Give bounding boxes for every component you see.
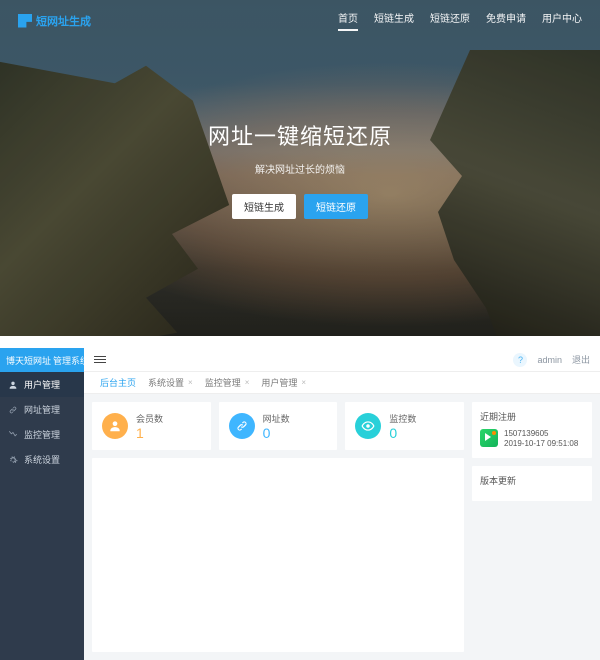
nav-apply[interactable]: 免费申请 bbox=[486, 10, 526, 31]
stat-value: 0 bbox=[263, 426, 290, 440]
admin-main: ? admin 退出 后台主页 系统设置 × 监控管理 × 用户管理 × bbox=[84, 348, 600, 660]
panel-title: 版本更新 bbox=[480, 474, 584, 487]
gear-icon bbox=[8, 455, 18, 465]
sidebar-item-urls[interactable]: 网址管理 bbox=[0, 397, 84, 422]
site-logo[interactable]: 短网址生成 bbox=[18, 13, 91, 29]
tab-users[interactable]: 用户管理 × bbox=[255, 372, 312, 393]
close-icon[interactable]: × bbox=[188, 378, 193, 387]
tab-bar: 后台主页 系统设置 × 监控管理 × 用户管理 × bbox=[84, 372, 600, 394]
recent-time: 2019-10-17 09:51:08 bbox=[504, 439, 578, 449]
sidebar-brand[interactable]: 博天短网址 管理系统 bbox=[0, 348, 84, 372]
brand-main: 博天短网址 bbox=[6, 354, 51, 367]
sidebar-item-monitor[interactable]: 监控管理 bbox=[0, 422, 84, 447]
help-icon[interactable]: ? bbox=[513, 353, 527, 367]
admin-panel: 博天短网址 管理系统 用户管理 网址管理 监控管理 系统设置 ? admin 退… bbox=[0, 348, 600, 660]
brand-sub: 管理系统 bbox=[53, 354, 89, 367]
right-column: 近期注册 1507139605 2019-10-17 09:51:08 版本更新 bbox=[472, 402, 592, 652]
menu-toggle-icon[interactable] bbox=[94, 356, 106, 363]
top-bar: 短网址生成 首页 短链生成 短链还原 免费申请 用户中心 bbox=[0, 0, 600, 37]
sidebar-item-label: 用户管理 bbox=[24, 378, 60, 391]
recent-id: 1507139605 bbox=[504, 429, 578, 439]
tab-dashboard[interactable]: 后台主页 bbox=[94, 372, 142, 393]
sidebar-item-label: 网址管理 bbox=[24, 403, 60, 416]
tab-label: 用户管理 bbox=[261, 376, 297, 389]
user-icon bbox=[8, 380, 18, 390]
monitor-icon bbox=[8, 430, 18, 440]
restore-button[interactable]: 短链还原 bbox=[304, 194, 368, 219]
hero-section: 短网址生成 首页 短链生成 短链还原 免费申请 用户中心 网址一键缩短还原 解决… bbox=[0, 0, 600, 336]
logout-link[interactable]: 退出 bbox=[572, 353, 590, 366]
version-update-panel: 版本更新 bbox=[472, 466, 592, 501]
hero-subtitle: 解决网址过长的烦恼 bbox=[0, 161, 600, 176]
panel-title: 近期注册 bbox=[480, 410, 584, 423]
nav-restore[interactable]: 短链还原 bbox=[430, 10, 470, 31]
nav-home[interactable]: 首页 bbox=[338, 10, 358, 31]
close-icon[interactable]: × bbox=[245, 378, 250, 387]
sidebar-item-settings[interactable]: 系统设置 bbox=[0, 447, 84, 472]
stat-label: 会员数 bbox=[136, 412, 163, 425]
stat-label: 网址数 bbox=[263, 412, 290, 425]
section-gap bbox=[0, 336, 600, 348]
top-nav: 首页 短链生成 短链还原 免费申请 用户中心 bbox=[338, 10, 582, 31]
app-icon bbox=[480, 429, 498, 447]
nav-generate[interactable]: 短链生成 bbox=[374, 10, 414, 31]
hero-buttons: 短链生成 短链还原 bbox=[0, 194, 600, 219]
stat-card-members: 会员数 1 bbox=[92, 402, 211, 450]
sidebar-item-users[interactable]: 用户管理 bbox=[0, 372, 84, 397]
stat-card-urls: 网址数 0 bbox=[219, 402, 338, 450]
close-icon[interactable]: × bbox=[301, 378, 306, 387]
cards-column: 会员数 1 网址数 0 监控数 bbox=[92, 402, 464, 652]
stat-card-monitor: 监控数 0 bbox=[345, 402, 464, 450]
generate-button[interactable]: 短链生成 bbox=[232, 194, 296, 219]
stat-value: 0 bbox=[389, 426, 416, 440]
sidebar: 博天短网址 管理系统 用户管理 网址管理 监控管理 系统设置 bbox=[0, 348, 84, 660]
tab-label: 后台主页 bbox=[100, 376, 136, 389]
nav-usercenter[interactable]: 用户中心 bbox=[542, 10, 582, 31]
tab-label: 监控管理 bbox=[205, 376, 241, 389]
sidebar-item-label: 系统设置 bbox=[24, 453, 60, 466]
tab-settings[interactable]: 系统设置 × bbox=[142, 372, 199, 393]
recent-register-panel: 近期注册 1507139605 2019-10-17 09:51:08 bbox=[472, 402, 592, 458]
stat-cards-row: 会员数 1 网址数 0 监控数 bbox=[92, 402, 464, 450]
tab-label: 系统设置 bbox=[148, 376, 184, 389]
hero-title: 网址一键缩短还原 bbox=[0, 119, 600, 151]
recent-row: 1507139605 2019-10-17 09:51:08 bbox=[480, 429, 584, 450]
hero-center: 网址一键缩短还原 解决网址过长的烦恼 短链生成 短链还原 bbox=[0, 119, 600, 219]
urls-icon bbox=[229, 413, 255, 439]
sidebar-item-label: 监控管理 bbox=[24, 428, 60, 441]
topbar-right: ? admin 退出 bbox=[513, 353, 590, 367]
admin-topbar: ? admin 退出 bbox=[84, 348, 600, 372]
stat-label: 监控数 bbox=[389, 412, 416, 425]
link-icon bbox=[8, 405, 18, 415]
members-icon bbox=[102, 413, 128, 439]
monitor-stat-icon bbox=[355, 413, 381, 439]
logo-icon bbox=[18, 14, 32, 28]
current-user[interactable]: admin bbox=[537, 355, 562, 365]
stat-value: 1 bbox=[136, 426, 163, 440]
tab-monitor[interactable]: 监控管理 × bbox=[199, 372, 256, 393]
logo-text: 短网址生成 bbox=[36, 13, 91, 29]
admin-content: 会员数 1 网址数 0 监控数 bbox=[84, 394, 600, 660]
main-empty-panel bbox=[92, 458, 464, 652]
